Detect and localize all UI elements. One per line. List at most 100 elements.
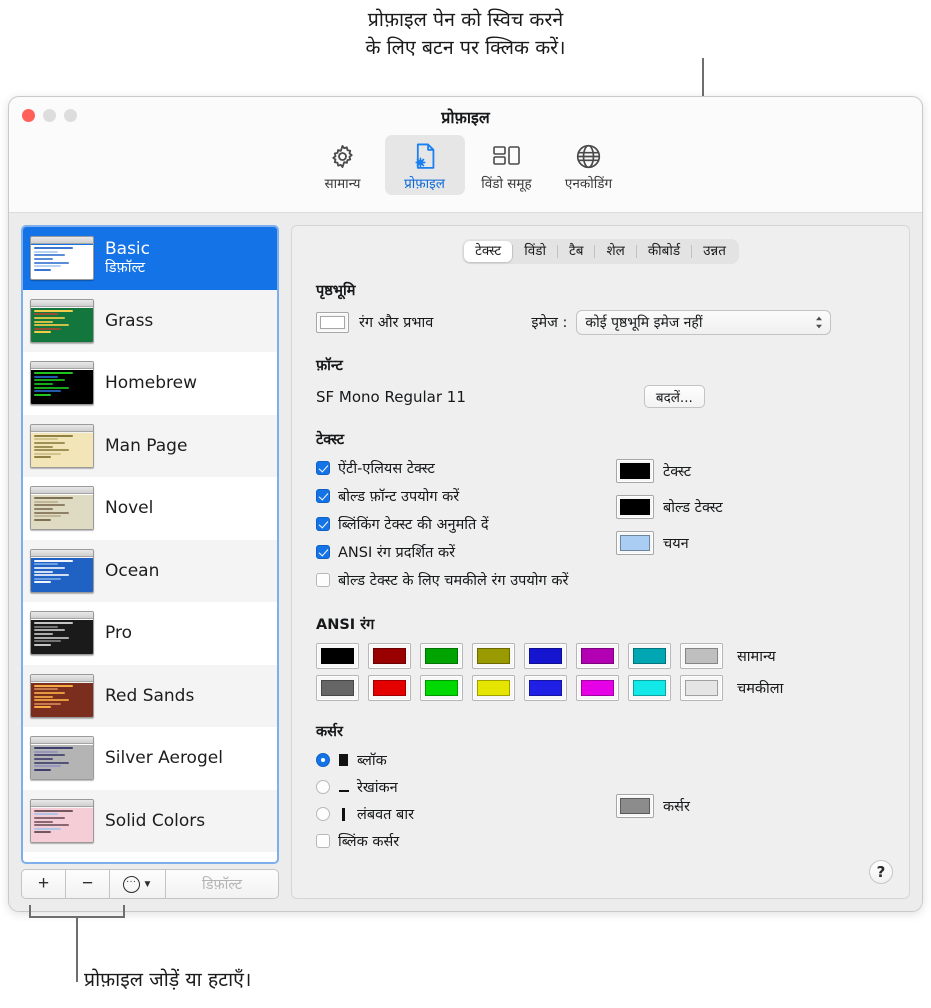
ansi-normal-swatch[interactable] [524, 643, 567, 669]
cursor-radio-row[interactable]: लंबवत बार [316, 804, 616, 824]
underline-cursor-icon [338, 780, 349, 795]
blink-cursor-row[interactable]: ब्लिंक कर्सर [316, 831, 616, 851]
profile-item-name: Red Sands [105, 685, 195, 706]
checkbox-icon[interactable] [316, 517, 330, 531]
ansi-bright-swatch[interactable] [524, 675, 567, 701]
profile-tab-segmented-control[interactable]: टेक्स्ट विंडो टैब शेल कीबोर्ड उन्नत [462, 239, 739, 264]
profile-list-item[interactable]: Silver Aerogel [23, 727, 277, 790]
color-well[interactable] [616, 531, 654, 555]
tab-3[interactable]: टैब [558, 241, 595, 262]
profile-list-item[interactable]: Pro [23, 602, 277, 665]
cursor-section-title: कर्सर [316, 724, 343, 740]
ansi-normal-swatch[interactable] [576, 643, 619, 669]
ansi-normal-swatch[interactable] [472, 643, 515, 669]
preferences-toolbar: सामान्य प्रोफ़ाइल विंडो समूह एनकोडिंग [9, 135, 922, 195]
profile-list-item[interactable]: Homebrew [23, 352, 277, 415]
ansi-normal-swatch[interactable] [420, 643, 463, 669]
checkbox-label: बोल्ड टेक्स्ट के लिए चमकीले रंग उपयोग कर… [338, 573, 569, 589]
ansi-normal-swatch[interactable] [680, 643, 723, 669]
toolbar-item-encodings[interactable]: एनकोडिंग [549, 135, 629, 195]
profile-options-button[interactable]: ··· ▼ [109, 869, 165, 899]
profile-list-item[interactable]: Basic डिफ़ॉल्ट [23, 227, 277, 290]
ansi-bright-swatch[interactable] [368, 675, 411, 701]
cursor-radio-row[interactable]: ब्लॉक [316, 750, 616, 770]
toolbar-item-window-groups-label: विंडो समूह [481, 176, 532, 192]
background-section-title: पृष्ठभूमि [316, 283, 356, 299]
text-checkbox-row[interactable]: ANSI रंग प्रदर्शित करें [316, 542, 616, 562]
ansi-bright-swatch[interactable] [472, 675, 515, 701]
text-section-title: टेक्स्ट [316, 432, 345, 448]
profile-item-name: Solid Colors [105, 810, 206, 831]
callout-top-line1: प्रोफ़ाइल पेन को स्विच करने [367, 8, 564, 31]
callout-bottom-bracket-right-tick [123, 905, 125, 918]
color-well[interactable] [616, 459, 654, 483]
checkbox-icon[interactable] [316, 545, 330, 559]
cursor-radio-row[interactable]: रेखांकन [316, 777, 616, 797]
profile-item-text: Homebrew [105, 373, 197, 393]
callout-top-line2: के लिए बटन पर क्लिक करें। [365, 36, 566, 59]
checkbox-label: बोल्ड फ़ॉन्ट उपयोग करें [338, 489, 460, 505]
radio-icon[interactable] [316, 780, 330, 794]
change-font-button[interactable]: बदलें... [643, 385, 705, 408]
ansi-normal-swatch[interactable] [316, 643, 359, 669]
color-well[interactable] [616, 495, 654, 519]
text-checkbox-row[interactable]: बोल्ड टेक्स्ट के लिए चमकीले रंग उपयोग कर… [316, 570, 616, 590]
checkbox-label: ब्लिंकिंग टेक्स्ट की अनुमति दें [338, 517, 489, 533]
profile-item-name: Man Page [105, 435, 188, 456]
background-image-popup[interactable]: कोई पृष्ठभूमि इमेज नहीं [576, 309, 832, 335]
text-checkbox-row[interactable]: बोल्ड फ़ॉन्ट उपयोग करें [316, 486, 616, 506]
window-body: Basic डिफ़ॉल्ट Grass Homebrew Man Page Novel O… [9, 213, 922, 911]
checkbox-icon[interactable] [316, 489, 330, 503]
radio-icon[interactable] [316, 753, 330, 767]
text-checkbox-row[interactable]: ऐंटी-एलियस टेक्स्ट [316, 458, 616, 478]
toolbar-item-general[interactable]: सामान्य [303, 135, 383, 195]
add-profile-button[interactable]: + [21, 869, 65, 899]
profile-item-name: Pro [105, 623, 132, 644]
tab-6[interactable]: उन्नत [692, 241, 737, 262]
profile-document-gear-icon [411, 140, 438, 172]
profile-thumbnail [30, 423, 94, 468]
radio-icon[interactable] [316, 807, 330, 821]
set-default-button[interactable]: डिफ़ॉल्ट [165, 869, 279, 899]
ansi-normal-row: सामान्य [316, 643, 885, 669]
profile-list-item[interactable]: Grass [23, 289, 277, 352]
toolbar-item-window-groups[interactable]: विंडो समूह [467, 135, 547, 195]
profile-list-item[interactable]: Novel [23, 477, 277, 540]
window-title: प्रोफ़ाइल [441, 108, 490, 127]
profile-list-item[interactable]: Man Page [23, 414, 277, 477]
remove-profile-button[interactable]: − [65, 869, 109, 899]
background-color-well[interactable] [316, 311, 349, 333]
tab-5[interactable]: कीबोर्ड [637, 241, 691, 262]
globe-icon [575, 140, 602, 172]
cursor-color-well[interactable] [616, 793, 654, 818]
ansi-bright-swatch[interactable] [420, 675, 463, 701]
checkbox-icon[interactable] [316, 461, 330, 475]
help-button[interactable]: ? [869, 860, 893, 884]
toolbar-item-profiles[interactable]: प्रोफ़ाइल [384, 135, 465, 195]
profile-thumbnail [30, 298, 94, 343]
ansi-bright-swatch[interactable] [316, 675, 359, 701]
profile-settings-pane: टेक्स्ट विंडो टैब शेल कीबोर्ड उन्नत पृष्ठभूमि… [291, 225, 910, 899]
popup-updown-chevron-icon [815, 316, 823, 329]
ansi-normal-swatch[interactable] [628, 643, 671, 669]
profile-list-item[interactable]: Ocean [23, 539, 277, 602]
profile-list-item[interactable]: Solid Colors [23, 789, 277, 852]
ansi-normal-swatch[interactable] [368, 643, 411, 669]
profile-list[interactable]: Basic डिफ़ॉल्ट Grass Homebrew Man Page Novel O… [21, 225, 279, 864]
ansi-section-title: ANSI रंग [316, 617, 375, 633]
text-color-well-row: चयन [616, 531, 723, 555]
profile-list-item[interactable]: Red Sands [23, 664, 277, 727]
tab-2[interactable]: विंडो [513, 241, 557, 262]
checkbox-icon[interactable] [316, 573, 330, 587]
ansi-bright-swatch[interactable] [576, 675, 619, 701]
ansi-bright-swatch[interactable] [628, 675, 671, 701]
checkbox-icon[interactable] [316, 834, 330, 848]
ellipsis-circle-icon: ··· [122, 875, 140, 893]
tab-4[interactable]: शेल [595, 241, 635, 262]
chevron-down-icon: ▼ [142, 878, 153, 890]
ansi-bright-swatch[interactable] [680, 675, 723, 701]
tab-1[interactable]: टेक्स्ट [464, 241, 513, 262]
text-checkbox-row[interactable]: ब्लिंकिंग टेक्स्ट की अनुमति दें [316, 514, 616, 534]
profile-item-name: Grass [105, 310, 154, 331]
ansi-normal-label: सामान्य [737, 649, 776, 665]
